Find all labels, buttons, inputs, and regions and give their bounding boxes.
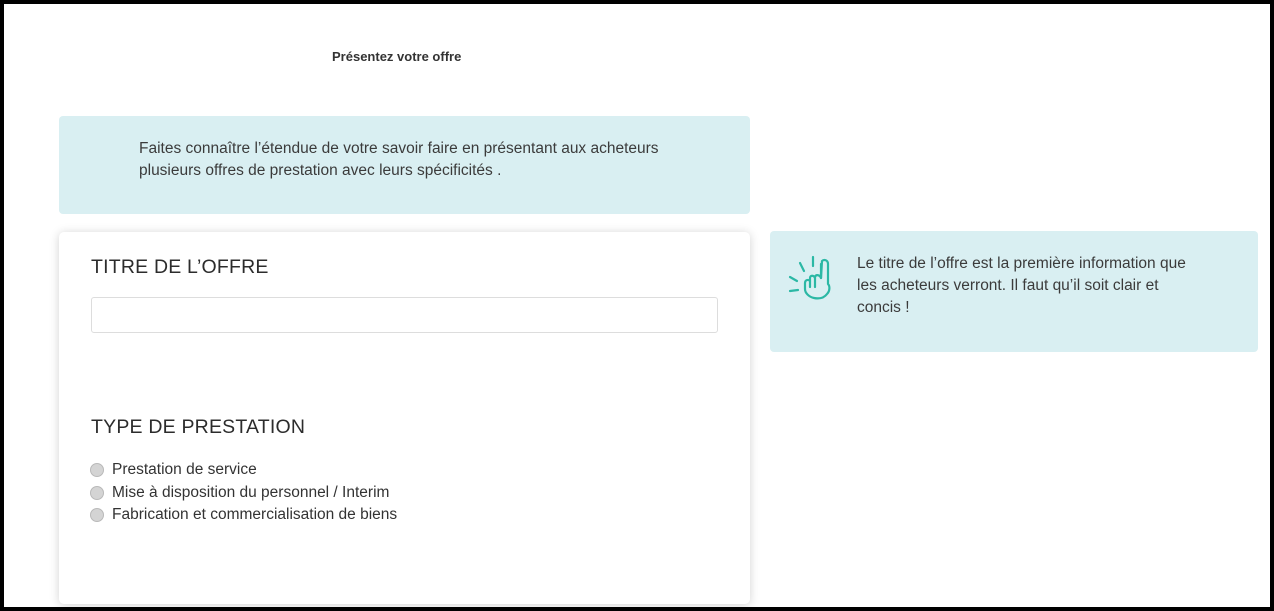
radio-button[interactable]: [90, 508, 104, 523]
page-frame: Présentez votre offre Faites connaître l…: [0, 0, 1274, 611]
radio-label: Prestation de service: [112, 461, 257, 479]
intro-text: Faites connaître l’étendue de votre savo…: [139, 140, 659, 179]
service-type-option-manufacturing[interactable]: Fabrication et commercialisation de bien…: [90, 504, 397, 527]
page-title: Présentez votre offre: [332, 49, 462, 64]
service-type-option-staffing[interactable]: Mise à disposition du personnel / Interi…: [90, 482, 397, 505]
service-type-radio-group: Prestation de service Mise à disposition…: [90, 459, 397, 527]
radio-label: Fabrication et commercialisation de bien…: [112, 506, 398, 524]
tip-text: Le titre de l’offre est la première info…: [857, 255, 1186, 316]
radio-button[interactable]: [90, 463, 104, 478]
tip-info-box: Le titre de l’offre est la première info…: [770, 231, 1258, 352]
intro-info-box: Faites connaître l’étendue de votre savo…: [59, 116, 750, 214]
offer-title-heading: TITRE DE L’OFFRE: [91, 256, 269, 278]
radio-label: Mise à disposition du personnel / Interi…: [112, 483, 390, 501]
service-type-option-service[interactable]: Prestation de service: [90, 459, 397, 482]
offer-form-card: TITRE DE L’OFFRE TYPE DE PRESTATION Pres…: [59, 232, 750, 604]
service-type-heading: TYPE DE PRESTATION: [91, 416, 306, 438]
offer-title-input[interactable]: [91, 297, 718, 333]
raised-index-finger-icon: [788, 255, 831, 300]
radio-button[interactable]: [90, 485, 104, 500]
